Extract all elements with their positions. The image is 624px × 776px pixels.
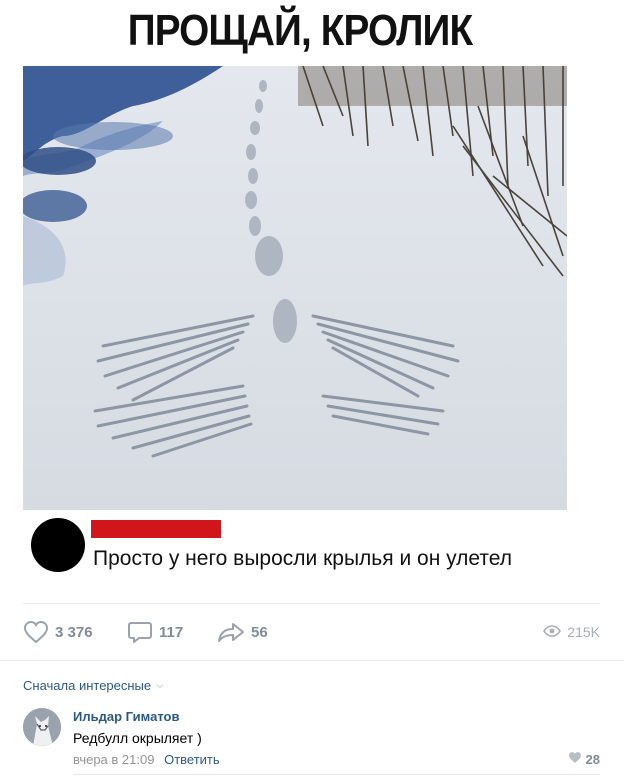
comment-like-button[interactable]: 28	[568, 751, 600, 767]
caption-block: Просто у него выросли крылья и он улетел	[23, 510, 567, 590]
comment-item: Ильдар Гиматов Редбулл окрыляет ) вчера …	[23, 706, 600, 775]
comments-sort-dropdown[interactable]: Сначала интересные ⌵	[23, 678, 164, 693]
comments-divider	[0, 660, 624, 661]
comment-time[interactable]: вчера в 21:09	[73, 752, 154, 767]
chevron-down-icon: ⌵	[156, 680, 164, 691]
eye-icon	[543, 624, 562, 640]
heart-icon	[23, 620, 49, 644]
comment-like-count: 28	[585, 751, 600, 767]
heart-icon	[568, 751, 582, 767]
redacted-username-bar	[91, 520, 221, 538]
views-counter: 215K	[543, 616, 600, 648]
share-button[interactable]: 56	[217, 616, 268, 648]
reply-button[interactable]: Ответить	[164, 752, 220, 767]
views-count: 215K	[567, 624, 600, 640]
snow-wing-print-photo	[23, 66, 567, 510]
caption-text: Просто у него выросли крылья и он улетел	[93, 547, 513, 570]
redacted-avatar	[31, 518, 85, 572]
post-divider	[23, 603, 600, 604]
comment-author[interactable]: Ильдар Гиматов	[73, 709, 179, 724]
sort-label: Сначала интересные	[23, 678, 152, 693]
comment-bubble-icon	[127, 620, 153, 644]
share-arrow-icon	[217, 620, 245, 644]
comment-text: Редбулл окрыляет )	[73, 730, 202, 746]
snow-photo-illustration	[23, 66, 567, 510]
share-count: 56	[251, 623, 268, 641]
post-actions-bar: 3 376 117 56 215K	[23, 616, 600, 648]
commenter-avatar[interactable]	[23, 708, 61, 746]
meme-title: ПРОЩАЙ, КРОЛИК	[127, 6, 473, 55]
comment-count: 117	[159, 623, 184, 641]
comment-divider	[73, 774, 600, 775]
like-button[interactable]: 3 376	[23, 616, 93, 648]
like-count: 3 376	[55, 623, 93, 641]
comment-meta: вчера в 21:09 Ответить	[73, 752, 220, 767]
comment-button[interactable]: 117	[127, 616, 183, 648]
